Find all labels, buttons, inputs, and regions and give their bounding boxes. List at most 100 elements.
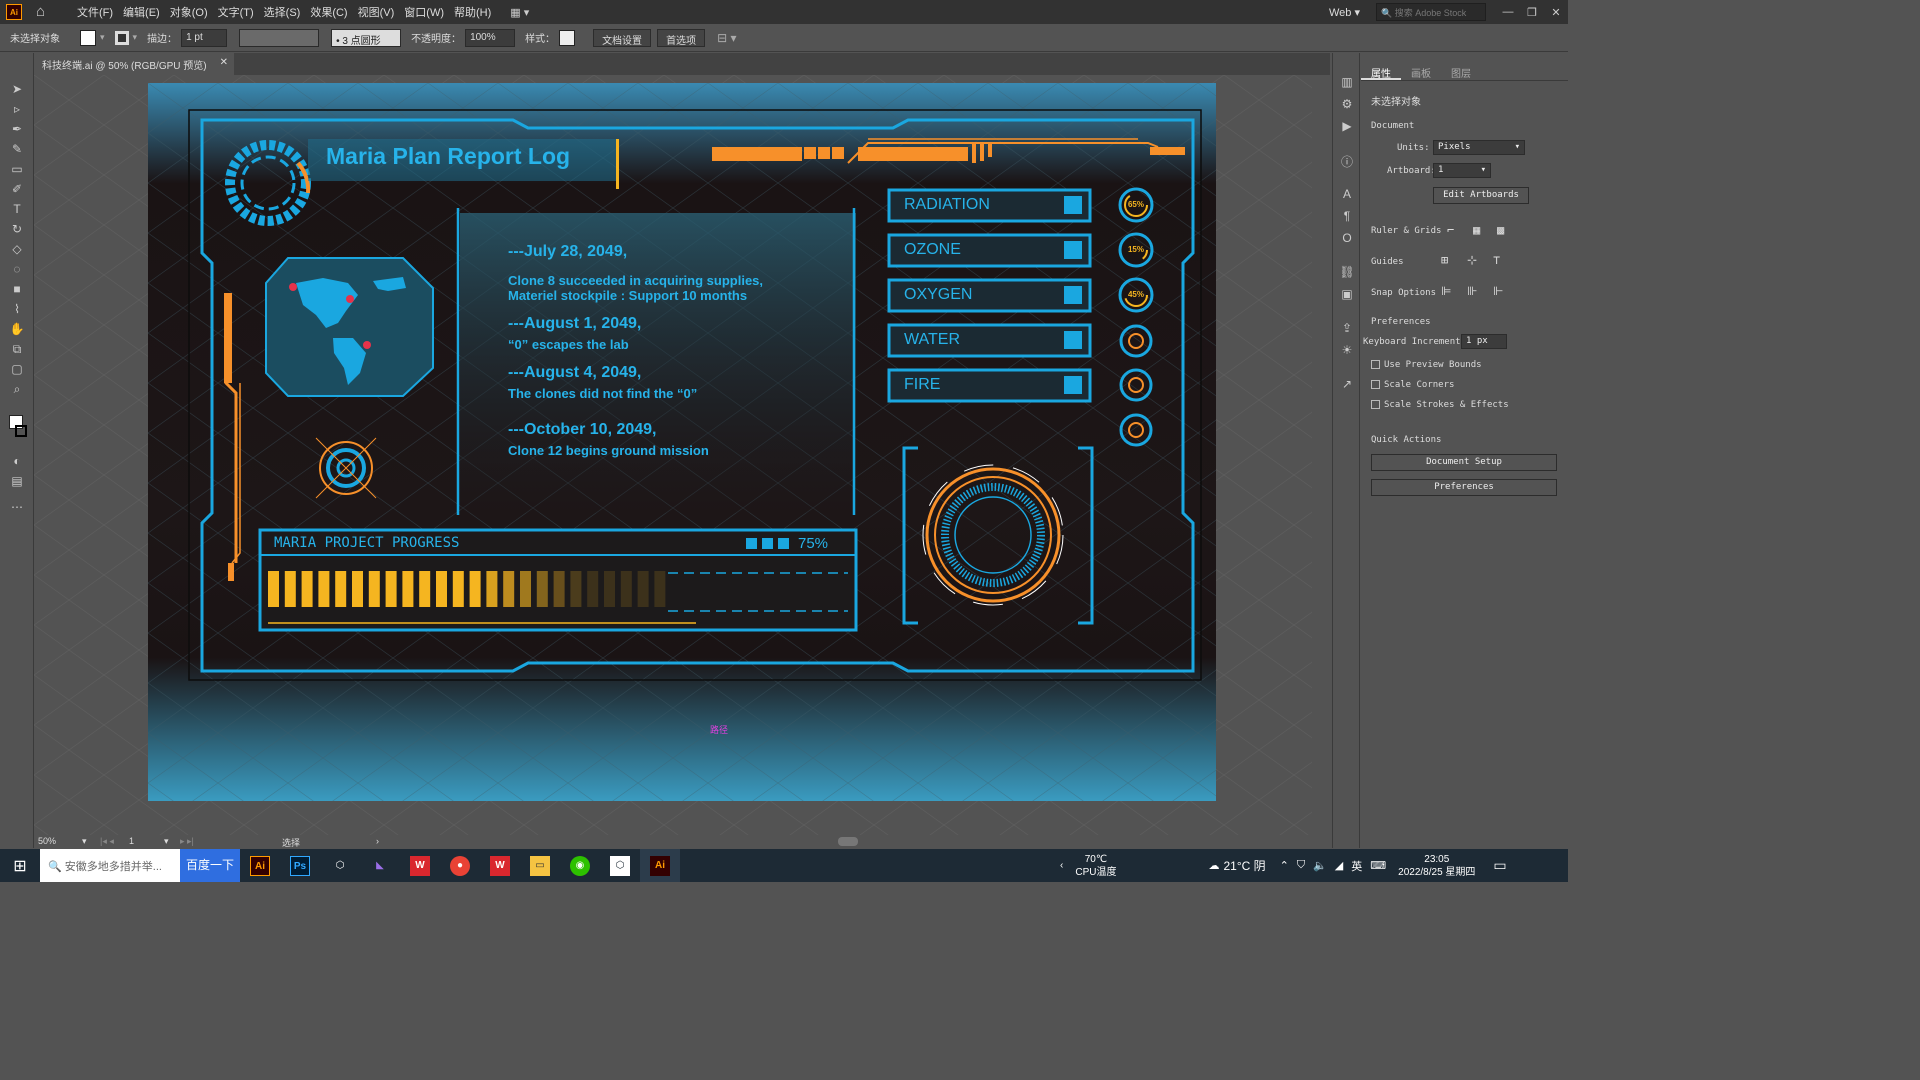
eraser-tool-icon[interactable]: ◇	[9, 241, 25, 257]
horizontal-scrollbar[interactable]	[392, 837, 1310, 847]
curvature-tool-icon[interactable]: ✎	[9, 141, 25, 157]
stock-search-input[interactable]: 🔍 搜索 Adobe Stock	[1376, 3, 1486, 21]
direct-selection-tool-icon[interactable]: ▹	[9, 101, 25, 117]
wechat-taskbar-icon[interactable]: ◉	[560, 849, 600, 882]
appearance-icon[interactable]: ☀	[1339, 343, 1355, 359]
style-swatch[interactable]	[559, 29, 576, 46]
eyedropper-tool-icon[interactable]: ⌇	[9, 301, 25, 317]
scale-corners-checkbox[interactable]: Scale Corners	[1371, 380, 1454, 390]
units-select[interactable]: Pixels ▾	[1433, 140, 1525, 155]
opentype-icon[interactable]: O	[1339, 231, 1355, 247]
pen-tool-icon[interactable]: ✒	[9, 121, 25, 137]
menu-object[interactable]: 对象(O)	[165, 4, 213, 20]
close-tab-icon[interactable]: ✕	[220, 57, 228, 68]
weather-text[interactable]: 21°C 阴	[1223, 857, 1265, 874]
stroke-color-icon[interactable]	[15, 425, 27, 437]
unity-taskbar-icon[interactable]: ⬡	[320, 849, 360, 882]
artboard-select[interactable]: 1 ▾	[1433, 163, 1491, 178]
illustrator-active-taskbar-icon[interactable]: Ai	[640, 849, 680, 882]
selection-tool-icon[interactable]: ➤	[9, 81, 25, 97]
zoom-tool-icon[interactable]: ⌕	[9, 381, 25, 397]
notification-icon[interactable]: ▭	[1493, 857, 1506, 874]
restore-button[interactable]: ❐	[1520, 6, 1544, 19]
show-guides-icon[interactable]: ⊞	[1441, 253, 1448, 267]
links-icon[interactable]: ⛓	[1339, 265, 1355, 281]
document-tab[interactable]: 科技终端.ai @ 50% (RGB/GPU 预览) ✕	[34, 53, 234, 75]
more-tools-icon[interactable]: ⋯	[9, 499, 25, 515]
menu-window[interactable]: 窗口(W)	[399, 4, 449, 20]
export-icon[interactable]: ↗	[1339, 377, 1355, 393]
volume-icon[interactable]: 🔈	[1313, 859, 1327, 872]
artboard-dropdown-icon[interactable]: ▾	[164, 836, 169, 847]
paintbrush-tool-icon[interactable]: ✐	[9, 181, 25, 197]
document-setup-button[interactable]: 文档设置	[593, 28, 652, 47]
lock-guides-icon[interactable]: ⊹	[1467, 253, 1477, 267]
quick-document-setup-button[interactable]: Document Setup	[1371, 454, 1557, 471]
screen-mode-icon[interactable]: ▤	[9, 473, 25, 489]
menu-file[interactable]: 文件(F)	[72, 4, 118, 20]
photoshop-taskbar-icon[interactable]: Ps	[280, 849, 320, 882]
keyboard-increment-field[interactable]: 1 px	[1461, 334, 1507, 349]
menu-type[interactable]: 文字(T)	[213, 4, 259, 20]
file-explorer-taskbar-icon[interactable]: ▭	[520, 849, 560, 882]
artboard-nav-first-icon[interactable]: |◂ ◂	[100, 836, 114, 847]
ruler-icon[interactable]: ⌐	[1447, 223, 1454, 237]
artboards-panel-icon[interactable]: ▣	[1339, 287, 1355, 303]
keyboard-icon[interactable]: ⌨	[1370, 859, 1386, 872]
tab-layers[interactable]: 图层	[1441, 63, 1481, 80]
baidu-search-button[interactable]: 百度一下	[180, 849, 240, 882]
visual-studio-taskbar-icon[interactable]: ◣	[360, 849, 400, 882]
workspace-layout-icon[interactable]: ▦ ▾	[510, 6, 529, 19]
stroke-weight-field[interactable]: 1 pt	[181, 28, 228, 47]
illustrator-taskbar-icon[interactable]: Ai	[240, 849, 280, 882]
variable-width-profile[interactable]	[239, 28, 320, 47]
stroke-dropdown-icon[interactable]: ▾	[133, 32, 138, 43]
menu-view[interactable]: 视图(V)	[353, 4, 400, 20]
canvas[interactable]: Maria Plan Report Log ---July 28, 2049, …	[34, 75, 1312, 835]
preferences-button[interactable]: 首选项	[657, 28, 706, 47]
paragraph-icon[interactable]: ¶	[1339, 209, 1355, 225]
horizontal-scroll-thumb[interactable]	[838, 837, 858, 846]
taskbar-search-input[interactable]: 🔍 安徽多地多措并举...	[40, 849, 180, 882]
wps-taskbar-icon[interactable]: W	[400, 849, 440, 882]
fill-swatch[interactable]	[80, 29, 96, 46]
artboard-number-field[interactable]: 1	[129, 836, 134, 846]
puppet-warp-tool-icon[interactable]: ✋	[9, 321, 25, 337]
scale-strokes-checkbox[interactable]: Scale Strokes & Effects	[1371, 400, 1509, 410]
zoom-field[interactable]: 50%	[38, 836, 56, 846]
type-tool-icon[interactable]: T	[9, 201, 25, 217]
wps-office-taskbar-icon[interactable]: W	[480, 849, 520, 882]
menu-effect[interactable]: 效果(C)	[305, 4, 352, 20]
artboard-tool-icon[interactable]: ▢	[9, 361, 25, 377]
smart-guides-icon[interactable]: ⊤	[1493, 253, 1500, 267]
close-window-button[interactable]: ✕	[1544, 6, 1568, 19]
ime-indicator[interactable]: 英	[1351, 858, 1362, 874]
snap-to-pixel-icon[interactable]: ⊪	[1467, 284, 1477, 298]
tab-properties[interactable]: 属性	[1361, 63, 1401, 80]
lasso-tool-icon[interactable]: ◌	[9, 261, 25, 277]
menu-select[interactable]: 选择(S)	[259, 4, 306, 20]
info-icon[interactable]: ⓘ	[1339, 153, 1355, 169]
cpu-temp-widget[interactable]: 70℃ CPU温度	[1075, 853, 1116, 879]
network-icon[interactable]: ◢	[1335, 859, 1343, 872]
app-taskbar-icon[interactable]: ⬡	[600, 849, 640, 882]
brush-definition[interactable]: • 3 点圆形	[331, 28, 402, 47]
tab-artboards[interactable]: 画板	[1401, 63, 1441, 80]
minimize-button[interactable]: —	[1496, 6, 1520, 18]
snap-to-point-icon[interactable]: ⊫	[1441, 284, 1451, 298]
clock-widget[interactable]: 23:05 2022/8/25 星期四	[1398, 853, 1475, 879]
align-icon[interactable]: ⊟ ▾	[717, 31, 736, 45]
edit-artboards-button[interactable]: Edit Artboards	[1433, 187, 1529, 204]
actions-play-icon[interactable]: ▶	[1339, 119, 1355, 135]
menu-help[interactable]: 帮助(H)	[449, 4, 496, 20]
gradient-tool-icon[interactable]: ■	[9, 281, 25, 297]
windows-start-icon[interactable]: ⊞	[0, 856, 40, 876]
menu-edit[interactable]: 编辑(E)	[118, 4, 165, 20]
grid-icon[interactable]: ▦	[1473, 223, 1480, 237]
draw-mode-icon[interactable]: ◐	[9, 453, 25, 469]
chrome-taskbar-icon[interactable]: ●	[440, 849, 480, 882]
use-preview-bounds-checkbox[interactable]: Use Preview Bounds	[1371, 360, 1482, 370]
opacity-field[interactable]: 100%	[465, 28, 516, 47]
shape-builder-tool-icon[interactable]: ⧉	[9, 341, 25, 357]
fill-dropdown-icon[interactable]: ▾	[100, 32, 105, 43]
